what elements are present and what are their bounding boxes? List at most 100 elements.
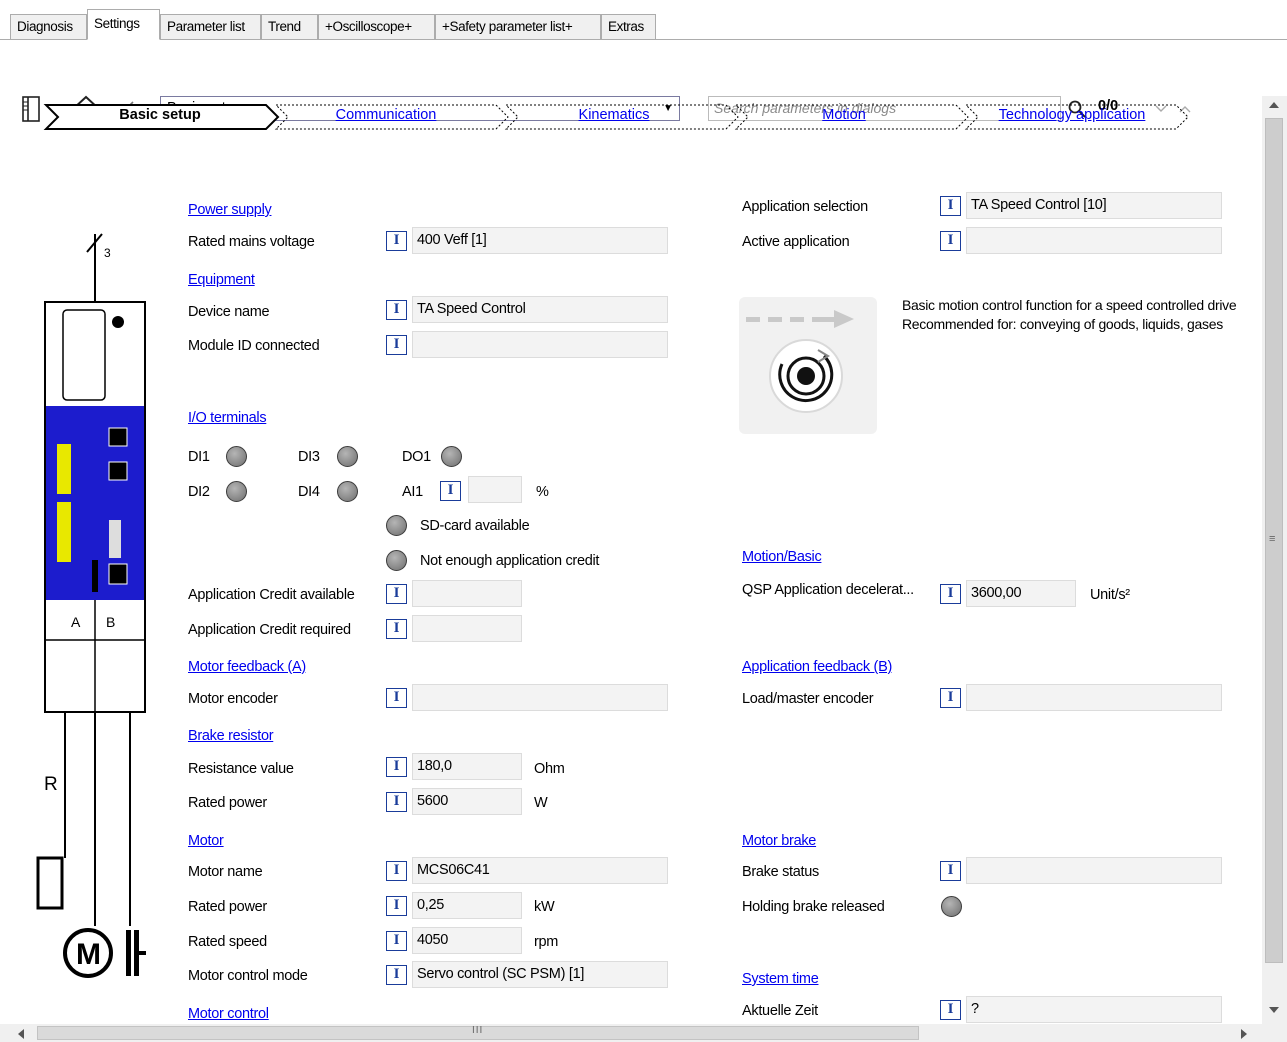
resistance-label: Resistance value — [188, 761, 294, 777]
info-button[interactable]: I — [940, 1000, 961, 1020]
tab-safety-parameter-list[interactable]: +Safety parameter list+ — [435, 14, 601, 40]
credit-required-field[interactable] — [412, 615, 522, 642]
info-button[interactable]: I — [386, 335, 407, 355]
step-communication[interactable]: Communication — [286, 103, 486, 130]
resistance-field[interactable]: 180,0 — [412, 753, 522, 780]
tab-extras[interactable]: Extras — [601, 14, 656, 40]
ai1-label: AI1 — [402, 484, 423, 500]
motor-link[interactable]: Motor — [188, 833, 224, 849]
brake-status-field[interactable] — [966, 857, 1222, 884]
scroll-corner — [1262, 1024, 1287, 1042]
not-enough-credit-label: Not enough application credit — [420, 553, 600, 569]
device-name-field[interactable]: TA Speed Control — [412, 296, 668, 323]
scroll-right-icon[interactable] — [1240, 1029, 1248, 1039]
brake-status-label: Brake status — [742, 864, 819, 880]
info-button[interactable]: I — [940, 196, 961, 216]
load-encoder-field[interactable] — [966, 684, 1222, 711]
motor-encoder-field[interactable] — [412, 684, 668, 711]
horizontal-scroll-thumb[interactable]: III — [37, 1025, 919, 1040]
di3-label: DI3 — [298, 449, 320, 465]
sd-card-led — [386, 515, 407, 536]
motor-feedback-link[interactable]: Motor feedback (A) — [188, 659, 306, 675]
info-button[interactable]: I — [940, 584, 961, 604]
active-app-field[interactable] — [966, 227, 1222, 254]
m-rated-power-field[interactable]: 0,25 — [412, 892, 522, 919]
step-technology-application[interactable]: Technology application — [972, 103, 1172, 130]
motor-name-label: Motor name — [188, 864, 263, 880]
m-rated-power-label: Rated power — [188, 899, 267, 915]
load-encoder-label: Load/master encoder — [742, 691, 874, 707]
info-button[interactable]: I — [386, 792, 407, 812]
motor-control-mode-field[interactable]: Servo control (SC PSM) [1] — [412, 961, 668, 988]
step-technology-application-link[interactable]: Technology application — [999, 107, 1146, 123]
info-button[interactable]: I — [386, 931, 407, 951]
app-selection-label: Application selection — [742, 199, 868, 215]
horizontal-scrollbar[interactable]: III — [0, 1024, 1262, 1042]
tab-oscilloscope[interactable]: +Oscilloscope+ — [318, 14, 435, 40]
info-button[interactable]: I — [386, 861, 407, 881]
power-supply-link[interactable]: Power supply — [188, 202, 272, 218]
info-button[interactable]: I — [940, 861, 961, 881]
info-button[interactable]: I — [386, 584, 407, 604]
credit-available-field[interactable] — [412, 580, 522, 607]
app-description-line1: Basic motion control function for a spee… — [902, 297, 1237, 313]
port-a-label: A — [71, 614, 81, 630]
motor-control-link[interactable]: Motor control — [188, 1006, 269, 1022]
motor-brake-link[interactable]: Motor brake — [742, 833, 816, 849]
step-communication-link[interactable]: Communication — [336, 107, 437, 123]
rated-mains-voltage-field[interactable]: 400 Veff [1] — [412, 227, 668, 254]
info-button[interactable]: I — [440, 481, 461, 501]
app-selection-field[interactable]: TA Speed Control [10] — [966, 192, 1222, 219]
settings-content: Basic setup Communication Kinematics Mot… — [0, 96, 1262, 1024]
vertical-scrollbar[interactable]: ≡ — [1262, 96, 1287, 1024]
ai1-field[interactable] — [468, 476, 522, 503]
info-button[interactable]: I — [386, 619, 407, 639]
current-time-field[interactable]: ? — [966, 996, 1222, 1023]
info-button[interactable]: I — [386, 896, 407, 916]
horizontal-grip: III — [472, 1025, 484, 1036]
module-id-field[interactable] — [412, 331, 668, 358]
tab-settings[interactable]: Settings — [87, 9, 160, 40]
tab-trend[interactable]: Trend — [261, 14, 318, 40]
do1-led — [441, 446, 462, 467]
di4-label: DI4 — [298, 484, 320, 500]
info-button[interactable]: I — [386, 688, 407, 708]
br-rated-power-field[interactable]: 5600 — [412, 788, 522, 815]
step-motion[interactable]: Motion — [744, 103, 944, 130]
info-button[interactable]: I — [940, 231, 961, 251]
info-button[interactable]: I — [386, 965, 407, 985]
scroll-up-icon[interactable] — [1269, 101, 1279, 109]
sd-card-label: SD-card available — [420, 518, 530, 534]
di2-label: DI2 — [188, 484, 210, 500]
module-id-label: Module ID connected — [188, 338, 320, 354]
motion-basic-link[interactable]: Motion/Basic — [742, 549, 822, 565]
brake-resistor-link[interactable]: Brake resistor — [188, 728, 274, 744]
di1-label: DI1 — [188, 449, 210, 465]
io-terminals-link[interactable]: I/O terminals — [188, 410, 267, 426]
rated-speed-field[interactable]: 4050 — [412, 927, 522, 954]
info-button[interactable]: I — [386, 300, 407, 320]
info-button[interactable]: I — [940, 688, 961, 708]
step-kinematics-link[interactable]: Kinematics — [579, 107, 650, 123]
step-kinematics[interactable]: Kinematics — [514, 103, 714, 130]
info-button[interactable]: I — [386, 757, 407, 777]
info-button[interactable]: I — [386, 231, 407, 251]
equipment-link[interactable]: Equipment — [188, 272, 255, 288]
motor-symbol: M — [76, 938, 101, 971]
step-motion-link[interactable]: Motion — [822, 107, 866, 123]
speed-control-app-icon — [739, 297, 877, 434]
br-rated-power-label: Rated power — [188, 795, 267, 811]
motor-name-field[interactable]: MCS06C41 — [412, 857, 668, 884]
tab-diagnosis[interactable]: Diagnosis — [10, 14, 87, 40]
phase-count: 3 — [104, 246, 111, 260]
di4-led — [337, 481, 358, 502]
tab-parameter-list[interactable]: Parameter list — [160, 14, 261, 40]
system-time-link[interactable]: System time — [742, 971, 819, 987]
vertical-scroll-thumb[interactable]: ≡ — [1265, 118, 1283, 963]
step-basic-setup[interactable]: Basic setup — [60, 103, 260, 130]
application-feedback-link[interactable]: Application feedback (B) — [742, 659, 892, 675]
ai1-unit: % — [536, 484, 549, 500]
scroll-down-icon[interactable] — [1269, 1006, 1279, 1014]
scroll-left-icon[interactable] — [17, 1029, 25, 1039]
qsp-deceleration-field[interactable]: 3600,00 — [966, 580, 1076, 607]
